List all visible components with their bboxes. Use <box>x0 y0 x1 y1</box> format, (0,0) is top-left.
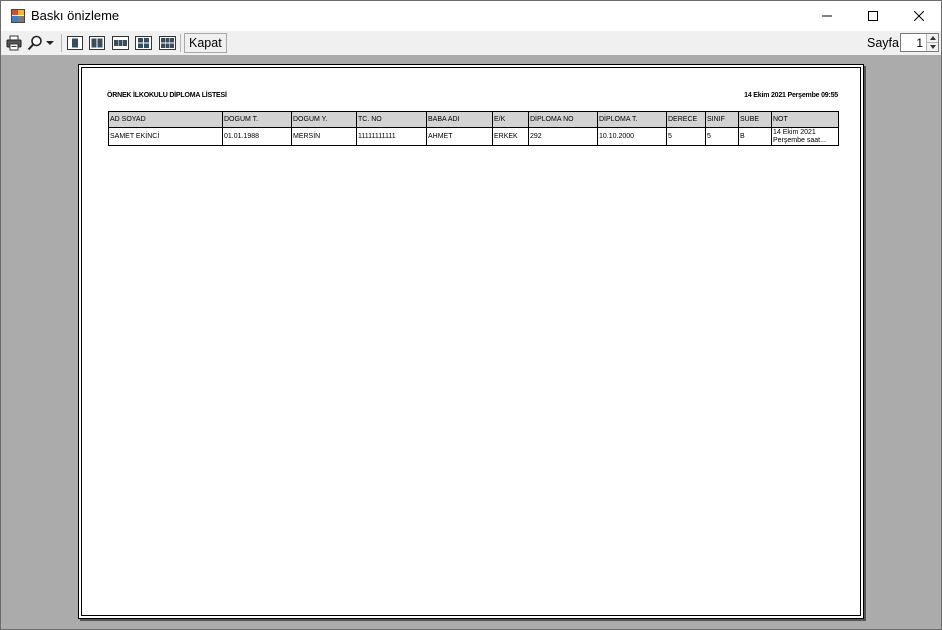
column-header: BABA ADI <box>426 111 493 128</box>
page-number-input[interactable] <box>901 34 926 51</box>
table-cell: 5 <box>705 127 739 146</box>
preview-page: ÖRNEK İLKOKULU DİPLOMA LİSTESİ 14 Ekim 2… <box>78 64 864 619</box>
zoom-button[interactable] <box>26 33 44 53</box>
table-header-row: AD SOYAD DOGUM T. DOGUM Y. TC. NO BABA A… <box>108 111 839 128</box>
table-cell: 11111111111 <box>356 127 427 146</box>
table-cell: ERKEK <box>492 127 529 146</box>
column-header: E/K <box>492 111 529 128</box>
preview-area[interactable]: ÖRNEK İLKOKULU DİPLOMA LİSTESİ 14 Ekim 2… <box>1 55 941 629</box>
toolbar-separator <box>180 34 181 52</box>
page-down-button[interactable] <box>926 42 938 51</box>
page-label: Sayfa <box>867 36 899 50</box>
maximize-button[interactable] <box>850 1 896 31</box>
column-header: DERECE <box>666 111 706 128</box>
toolbar-separator <box>61 34 62 52</box>
table-cell: B <box>738 127 772 146</box>
column-header: AD SOYAD <box>108 111 223 128</box>
table-row: SAMET EKİNCİ 01.01.1988 MERSİN 111111111… <box>108 127 839 146</box>
printer-icon <box>6 35 22 51</box>
report-title: ÖRNEK İLKOKULU DİPLOMA LİSTESİ <box>107 92 227 99</box>
minimize-icon <box>822 15 832 17</box>
table-cell: 10.10.2000 <box>597 127 667 146</box>
column-header: DİPLOMA T. <box>597 111 667 128</box>
page-number-spinner[interactable] <box>900 33 939 52</box>
print-button[interactable] <box>4 33 24 53</box>
arrow-up-icon <box>929 36 936 40</box>
column-header: SUBE <box>738 111 772 128</box>
table-cell: MERSİN <box>291 127 357 146</box>
column-header: DİPLOMA NO <box>528 111 598 128</box>
page-border: ÖRNEK İLKOKULU DİPLOMA LİSTESİ 14 Ekim 2… <box>81 67 861 616</box>
two-pages-button[interactable] <box>87 33 107 53</box>
table-cell: 14 Ekim 2021 Perşembe saat... <box>771 127 839 146</box>
column-header: SINIF <box>705 111 739 128</box>
table-cell: SAMET EKİNCİ <box>108 127 223 146</box>
six-pages-icon <box>158 36 176 50</box>
one-page-icon <box>67 36 83 50</box>
column-header: DOGUM T. <box>222 111 292 128</box>
four-pages-button[interactable] <box>132 33 154 53</box>
magnifier-icon <box>27 35 42 51</box>
column-header: NOT <box>771 111 839 128</box>
one-page-button[interactable] <box>65 33 85 53</box>
three-pages-button[interactable] <box>109 33 131 53</box>
app-icon <box>11 9 25 23</box>
minimize-button[interactable] <box>804 1 850 31</box>
six-pages-button[interactable] <box>156 33 178 53</box>
page-up-button[interactable] <box>926 34 938 42</box>
four-pages-icon <box>134 36 152 50</box>
toolbar: Kapat Sayfa <box>1 31 941 55</box>
close-icon <box>914 11 924 21</box>
print-preview-window: Baskı önizleme Kapat Sayfa 1 ÖRNEK İLKOK… <box>0 0 942 630</box>
maximize-icon <box>868 11 878 21</box>
column-header: DOGUM Y. <box>291 111 357 128</box>
column-header: TC. NO <box>356 111 427 128</box>
report-table: AD SOYAD DOGUM T. DOGUM Y. TC. NO BABA A… <box>108 111 839 146</box>
table-cell: 5 <box>666 127 706 146</box>
window-title: Baskı önizleme <box>31 8 120 23</box>
report-date: 14 Ekim 2021 Perşembe 09:55 <box>744 92 838 99</box>
close-preview-button[interactable]: Kapat <box>184 33 227 53</box>
three-pages-icon <box>111 36 129 50</box>
table-cell: AHMET <box>426 127 493 146</box>
title-bar[interactable]: Baskı önizleme <box>1 1 941 31</box>
table-cell: 01.01.1988 <box>222 127 292 146</box>
table-cell: 292 <box>528 127 598 146</box>
dropdown-arrow-icon <box>46 41 54 45</box>
two-pages-icon <box>89 36 105 50</box>
zoom-dropdown[interactable] <box>45 33 55 53</box>
arrow-down-icon <box>929 45 936 49</box>
close-window-button[interactable] <box>896 1 941 31</box>
